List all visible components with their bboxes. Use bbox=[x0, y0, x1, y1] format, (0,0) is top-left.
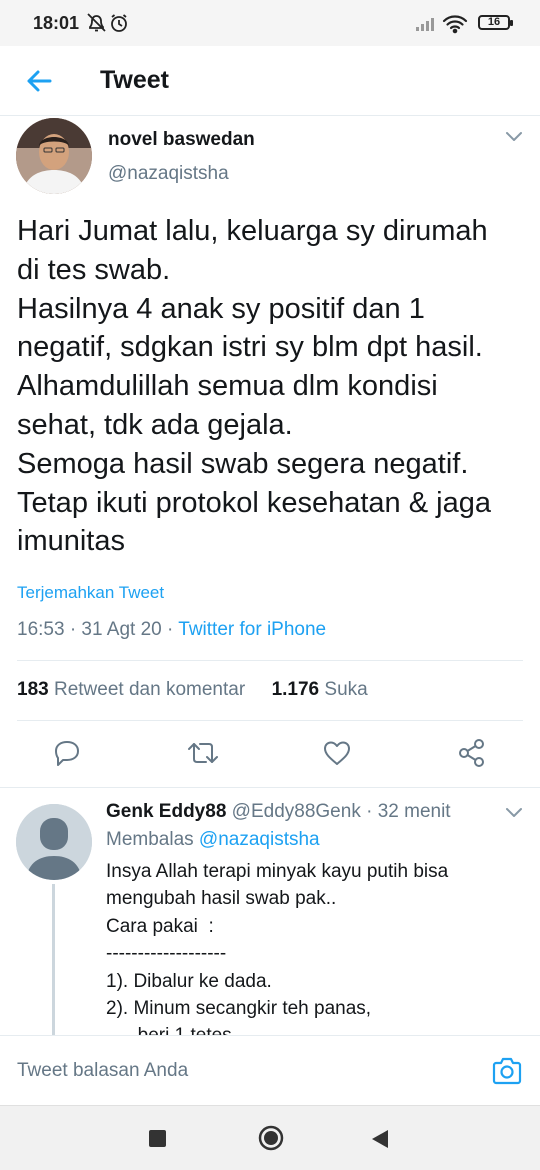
system-nav-bar bbox=[0, 1105, 540, 1170]
replying-to: Membalas @nazaqistsha bbox=[106, 829, 320, 851]
reply-text: Insya Allah terapi minyak kayu putih bis… bbox=[106, 858, 526, 1035]
reply-text-line: Insya Allah terapi minyak kayu putih bis… bbox=[106, 861, 449, 882]
reply-text-line: 2). Minum secangkir teh panas, bbox=[106, 998, 372, 1020]
reply-text-line: ------------------- bbox=[106, 943, 227, 965]
reply-text-line: mengubah hasil swab pak.. bbox=[106, 888, 337, 910]
reply-author-name[interactable]: Genk Eddy88 bbox=[106, 801, 226, 822]
reply-text-line: beri 1 tetes bbox=[106, 1022, 526, 1035]
reply-compose-bar: Tweet balasan Anda bbox=[0, 1035, 540, 1105]
recents-icon[interactable] bbox=[149, 1130, 166, 1147]
reply-header: Genk Eddy88 @Eddy88Genk · 32 menit bbox=[106, 801, 451, 823]
reply-menu-button[interactable] bbox=[504, 806, 524, 820]
camera-button[interactable] bbox=[490, 1054, 524, 1088]
reply-container: Genk Eddy88 @Eddy88Genk · 32 menit Memba… bbox=[0, 0, 540, 1035]
chevron-down-icon bbox=[506, 808, 522, 817]
reply-input[interactable]: Tweet balasan Anda bbox=[17, 1060, 188, 1082]
thread-line bbox=[52, 884, 55, 1035]
replying-to-mention[interactable]: @nazaqistsha bbox=[199, 829, 320, 850]
reply-text-line: 1). Dibalur ke dada. bbox=[106, 970, 272, 992]
camera-icon bbox=[492, 1057, 522, 1085]
reply-text-line: Cara pakai : bbox=[106, 915, 214, 937]
home-icon[interactable] bbox=[257, 1124, 285, 1152]
back-icon[interactable] bbox=[370, 1128, 390, 1150]
reply-author-handle[interactable]: @Eddy88Genk bbox=[232, 801, 361, 822]
reply-avatar[interactable] bbox=[16, 804, 92, 880]
reply-time: · 32 menit bbox=[366, 801, 451, 822]
replying-to-prefix: Membalas bbox=[106, 829, 199, 850]
